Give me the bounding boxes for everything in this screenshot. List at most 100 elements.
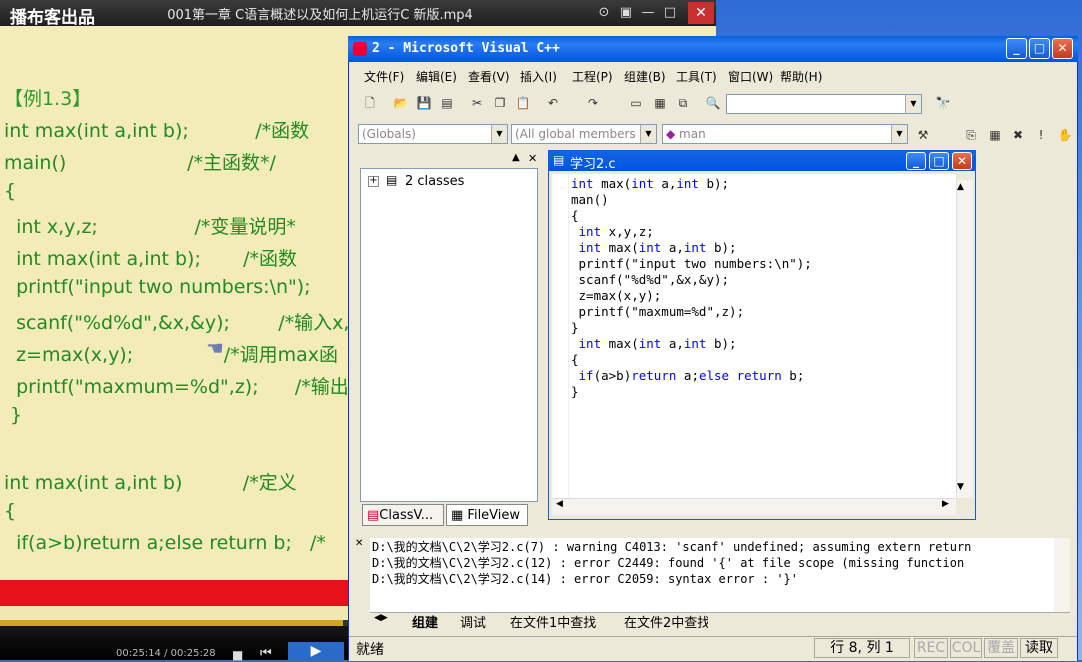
menu-insert[interactable]: 插入(I): [520, 68, 557, 85]
execute-icon[interactable]: !: [1032, 126, 1050, 144]
save-icon[interactable]: 💾: [415, 94, 433, 112]
code-line-12[interactable]: {: [571, 352, 579, 367]
tab-classview[interactable]: ▤ClassV...: [362, 504, 444, 526]
editor-doc-icon: ▤: [553, 153, 565, 167]
code-line-9[interactable]: printf("maxmum=%d",z);: [571, 304, 745, 319]
class-tree[interactable]: [360, 168, 538, 502]
code-line-14[interactable]: }: [571, 384, 579, 399]
editor-minimize-button[interactable]: _: [906, 152, 926, 170]
editor-title: 学习2.c: [570, 157, 616, 172]
vc-title: 2 - Microsoft Visual C++: [372, 41, 560, 56]
video-line-5: int max(int a,int b); /*函数: [4, 248, 298, 270]
player-minimize-button[interactable]: —: [638, 4, 658, 22]
cut-icon[interactable]: ✂: [468, 94, 486, 112]
code-line-6[interactable]: printf("input two numbers:\n");: [571, 256, 812, 271]
code-line-10[interactable]: }: [571, 320, 579, 335]
code-line-3[interactable]: {: [571, 208, 579, 223]
menu-file[interactable]: 文件(F): [364, 68, 404, 85]
code-line-13[interactable]: if(a>b)return a;else return b;: [571, 368, 805, 383]
brand-text: 播布客出品: [10, 8, 95, 28]
video-line-7: scanf("%d%d",&x,&y); /*输入x,y: [4, 312, 361, 334]
menu-window[interactable]: 窗口(W): [728, 68, 773, 85]
code-line-5[interactable]: int max(int a,int b);: [571, 240, 737, 255]
vc-close-button[interactable]: ✕: [1052, 38, 1073, 59]
player-close-button[interactable]: ✕: [688, 2, 714, 24]
classes-icon: ▤: [386, 173, 398, 187]
output-text[interactable]: D:\我的文档\C\2\学习2.c(7) : warning C4013: 's…: [370, 538, 1054, 612]
code-line-11[interactable]: int max(int a,int b);: [571, 336, 737, 351]
workspace-icon[interactable]: ▭: [627, 94, 645, 112]
window-list-icon[interactable]: ⧉: [674, 94, 692, 112]
new-file-icon[interactable]: 🗋: [361, 94, 379, 112]
output-scrollbar[interactable]: [1054, 538, 1070, 612]
tab-find-2[interactable]: 在文件2中查找: [624, 612, 708, 631]
scroll-down-icon[interactable]: ▼: [957, 482, 964, 492]
vc-minimize-button[interactable]: _: [1006, 38, 1027, 59]
output-line-1[interactable]: D:\我的文档\C\2\学习2.c(7) : warning C4013: 's…: [372, 538, 971, 555]
save-all-icon[interactable]: ▤: [438, 94, 456, 112]
player-title: 001第一章 C语言概述以及如何上机运行C 新版.mp4: [167, 8, 473, 23]
globals-combo[interactable]: (Globals) ▼: [358, 124, 508, 144]
copy-icon[interactable]: ❐: [491, 94, 509, 112]
menu-build[interactable]: 组建(B): [624, 68, 666, 85]
code-line-4[interactable]: int x,y,z;: [571, 224, 654, 239]
scroll-left-icon[interactable]: ◀: [556, 499, 563, 509]
play-button[interactable]: ▶: [288, 642, 344, 660]
find-in-files-icon[interactable]: 🔍: [704, 94, 722, 112]
code-line-1[interactable]: int max(int a,int b);: [571, 176, 729, 191]
menu-project[interactable]: 工程(P): [572, 68, 613, 85]
video-line-3: {: [4, 180, 17, 202]
output-close-icon[interactable]: ✕: [355, 538, 363, 549]
player-mini-icon[interactable]: ▣: [616, 4, 636, 22]
function-combo[interactable]: ◆ man ▼: [662, 124, 908, 144]
code-line-2[interactable]: man(): [571, 192, 609, 207]
code-line-8[interactable]: z=max(x,y);: [571, 288, 662, 303]
status-text: 就绪: [356, 642, 384, 658]
video-line-0: 【例1.3】: [4, 88, 92, 110]
tree-expand-icon[interactable]: +: [368, 176, 379, 187]
menu-edit[interactable]: 编辑(E): [416, 68, 457, 85]
tab-debug[interactable]: 调试: [460, 612, 486, 631]
progress-fill: [0, 620, 343, 626]
tab-find-1[interactable]: 在文件1中查找: [510, 612, 596, 631]
scroll-up-icon[interactable]: ▲: [957, 182, 964, 192]
redo-icon[interactable]: ↷: [584, 94, 602, 112]
scroll-right-icon[interactable]: ▶: [942, 499, 949, 509]
previous-icon[interactable]: ⏮: [260, 646, 272, 661]
player-pin-icon[interactable]: ⊙: [594, 4, 614, 22]
editor-vertical-scrollbar[interactable]: [956, 180, 973, 498]
tabs-scroll-icon[interactable]: ◀▶: [374, 613, 388, 623]
hand-cursor-icon: ☚: [206, 336, 224, 360]
build-icon[interactable]: ▦: [986, 126, 1004, 144]
open-icon[interactable]: 📂: [392, 94, 410, 112]
members-combo[interactable]: (All global members ▼: [511, 124, 657, 144]
output-line-2[interactable]: D:\我的文档\C\2\学习2.c(12) : error C2449: fou…: [372, 554, 964, 571]
wizard-icon[interactable]: ⚒: [914, 126, 932, 144]
breakpoint-icon[interactable]: ✋: [1056, 126, 1074, 144]
find-combo[interactable]: ▼: [726, 94, 922, 114]
tab-fileview[interactable]: ▦ FileView: [446, 504, 528, 526]
stop-build-icon[interactable]: ✖: [1009, 126, 1027, 144]
compile-icon[interactable]: ⎘: [962, 126, 980, 144]
video-line-1: int max(int a,int b); /*函数: [4, 120, 310, 142]
code-line-7[interactable]: scanf("%d%d",&x,&y);: [571, 272, 730, 287]
panel-restore-icon[interactable]: ▲: [512, 152, 520, 163]
tree-root-label[interactable]: 2 classes: [405, 174, 464, 189]
output-line-3[interactable]: D:\我的文档\C\2\学习2.c(14) : error C2059: syn…: [372, 570, 798, 587]
panel-close-icon[interactable]: ✕: [528, 152, 537, 165]
find-icon[interactable]: 🔭: [934, 94, 952, 112]
editor-horizontal-scrollbar[interactable]: [552, 498, 956, 515]
status-ovr: 覆盖: [984, 638, 1018, 658]
player-maximize-button[interactable]: □: [660, 4, 680, 22]
editor-margin[interactable]: [552, 174, 569, 498]
editor-close-button[interactable]: ✕: [952, 152, 972, 170]
vc-maximize-button[interactable]: □: [1029, 38, 1050, 59]
editor-maximize-button[interactable]: □: [929, 152, 949, 170]
paste-icon[interactable]: 📋: [514, 94, 532, 112]
menu-help[interactable]: 帮助(H): [780, 68, 822, 85]
output-window-icon[interactable]: ▦: [651, 94, 669, 112]
menu-view[interactable]: 查看(V): [468, 68, 510, 85]
menu-tools[interactable]: 工具(T): [676, 68, 717, 85]
undo-icon[interactable]: ↶: [544, 94, 562, 112]
tab-build[interactable]: 组建: [412, 612, 438, 631]
